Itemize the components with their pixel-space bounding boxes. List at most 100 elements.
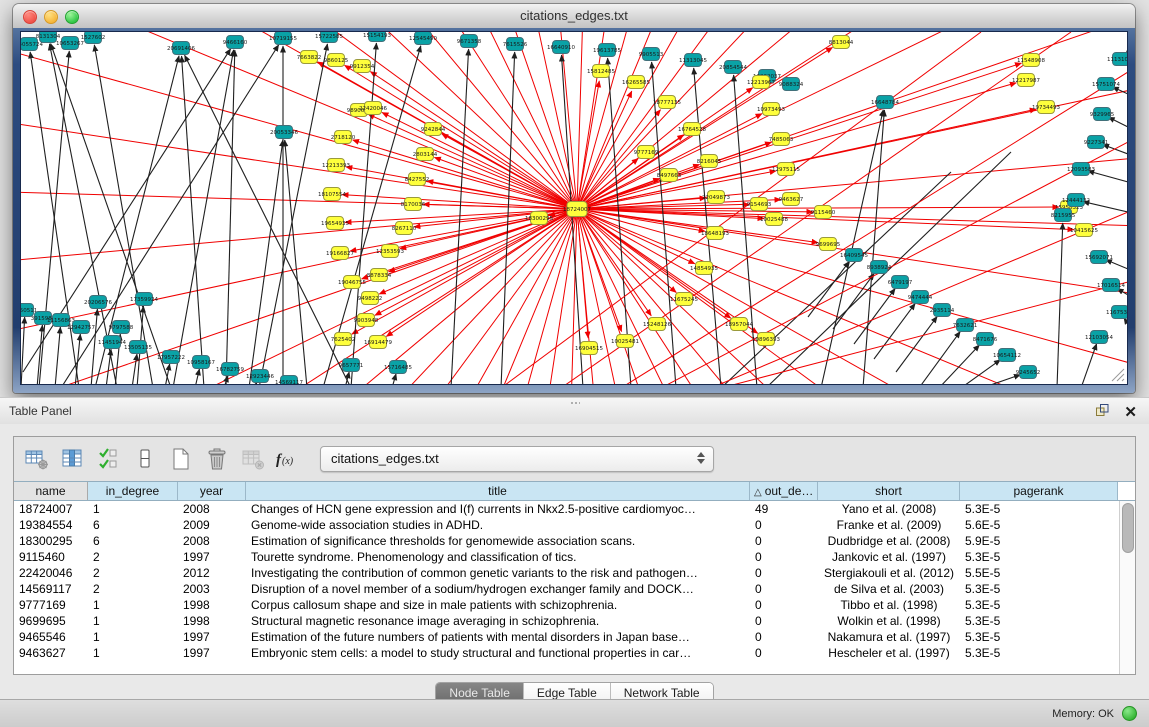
cell-short: Hescheler et al. (1997): [818, 645, 960, 661]
cell-pagerank: 5.3E-5: [960, 629, 1118, 645]
table-row[interactable]: 911546021997Tourette syndrome. Phenomeno…: [14, 549, 1120, 565]
table-row[interactable]: 969969511998Structural magnetic resonanc…: [14, 613, 1120, 629]
graph-edge: [194, 209, 577, 385]
graph-node-label: 9463627: [779, 197, 804, 203]
graph-node-label: 12942757: [67, 325, 95, 331]
table-row[interactable]: 1938455462009Genome-wide association stu…: [14, 517, 1120, 533]
graph-node-label: 7615526: [503, 42, 528, 48]
graph-node-label: 16914479: [364, 340, 392, 346]
column-header-title[interactable]: title: [246, 482, 750, 500]
cell-out-de-: 0: [750, 549, 818, 565]
show-columns-button[interactable]: [58, 444, 88, 474]
cell-name: 9699695: [14, 613, 88, 629]
graph-node-label: 9797588: [109, 325, 134, 331]
column-header-pagerank[interactable]: pagerank: [960, 482, 1118, 500]
graph-node-label: 15716485: [384, 365, 412, 371]
column-header-in-degree[interactable]: in_degree: [88, 482, 178, 500]
select-all-columns-button[interactable]: [94, 444, 124, 474]
cell-out-de-: 0: [750, 517, 818, 533]
graph-node-label: 19046755: [338, 280, 366, 286]
graph-node-label: 10958167: [187, 360, 215, 366]
network-table-select[interactable]: citations_edges.txt: [320, 446, 714, 472]
graph-edge: [182, 56, 204, 385]
graph-edge: [874, 303, 915, 359]
graph-node-label: 14569117: [275, 380, 303, 385]
function-builder-button[interactable]: f(x): [274, 444, 304, 474]
table-panel-body: f(x) citations_edges.txt namein_degreeye…: [0, 424, 1149, 700]
table-panel-header[interactable]: Table Panel ✕: [0, 397, 1149, 425]
graph-node-label: 17359924: [130, 297, 158, 303]
table-scrollbar-thumb[interactable]: [1122, 503, 1134, 553]
cell-out-de-: 0: [750, 613, 818, 629]
graph-node-label: 12213967: [747, 80, 775, 86]
table-row[interactable]: 1456911722003Disruption of a novel membe…: [14, 581, 1120, 597]
column-header-name[interactable]: name: [14, 482, 88, 500]
cell-out-de-: 0: [750, 645, 818, 661]
cell-out-de-: 0: [750, 533, 818, 549]
close-panel-icon[interactable]: ✕: [1124, 405, 1137, 420]
graph-edge: [577, 209, 1128, 385]
graph-node-label: 20854544: [719, 65, 747, 71]
cell-year: 2008: [178, 533, 246, 549]
graph-node-label: 10896393: [752, 337, 780, 343]
window-title: citations_edges.txt: [13, 4, 1135, 28]
cell-name: 18300295: [14, 533, 88, 549]
graph-node-label: 8813044: [829, 40, 854, 46]
table-settings-button[interactable]: [22, 444, 52, 474]
minimize-window-button[interactable]: [44, 10, 58, 24]
status-bar: Memory: OK: [0, 699, 1149, 727]
svg-text:(x): (x): [282, 456, 294, 467]
graph-node-label: 8497663: [657, 173, 682, 179]
window-titlebar[interactable]: citations_edges.txt: [13, 4, 1135, 29]
table-row[interactable]: 946362711997Embryonic stem cells: a mode…: [14, 645, 1120, 661]
graph-node-label: 12545490: [409, 36, 437, 42]
resize-grip-icon[interactable]: [1109, 366, 1125, 382]
cell-year: 1998: [178, 597, 246, 613]
graph-edge: [55, 327, 60, 385]
graph-node-label: 15692071: [1085, 255, 1113, 261]
graph-edge: [577, 209, 1128, 385]
cell-title: Changes of HCN gene expression and I(f) …: [246, 501, 750, 517]
graph-node-label: 16782759: [216, 367, 244, 373]
graph-node-label: 16764528: [678, 127, 706, 133]
graph-node-label: 18107554: [318, 192, 346, 198]
graph-node-label: 15722585: [315, 34, 343, 40]
table-row[interactable]: 2242004622012Investigating the contribut…: [14, 565, 1120, 581]
splitter-handle[interactable]: [570, 401, 580, 406]
graph-edge: [1057, 223, 1063, 385]
column-header-out-de-[interactable]: △out_de…: [750, 482, 818, 500]
cell-in-degree: 2: [88, 565, 178, 581]
table-row[interactable]: 1830029562008Estimation of significance …: [14, 533, 1120, 549]
graph-node-label: 10025488: [760, 217, 788, 223]
cell-title: Estimation of significance thresholds fo…: [246, 533, 750, 549]
table-mode-button[interactable]: [130, 444, 160, 474]
column-header-year[interactable]: year: [178, 482, 246, 500]
create-column-button[interactable]: [166, 444, 196, 474]
column-header-short[interactable]: short: [818, 482, 960, 500]
import-table-button[interactable]: [238, 444, 268, 474]
cell-in-degree: 1: [88, 597, 178, 613]
graph-node-label: 9671358: [457, 39, 482, 45]
zoom-window-button[interactable]: [65, 10, 79, 24]
network-canvas[interactable]: 1405572481313041065326715276022069140694…: [20, 31, 1128, 385]
graph-node-label: 10719155: [269, 36, 297, 42]
cell-short: Jankovic et al. (1997): [818, 549, 960, 565]
cell-short: de Silva et al. (2003): [818, 581, 960, 597]
delete-columns-button[interactable]: [202, 444, 232, 474]
table-row[interactable]: 946554611997Estimation of the future num…: [14, 629, 1120, 645]
cell-pagerank: 5.6E-5: [960, 517, 1118, 533]
cell-year: 2003: [178, 581, 246, 597]
table-scrollbar[interactable]: [1119, 501, 1135, 674]
close-window-button[interactable]: [23, 10, 37, 24]
table-row[interactable]: 977716911998Corpus callosum shape and si…: [14, 597, 1120, 613]
cell-in-degree: 2: [88, 549, 178, 565]
cell-in-degree: 1: [88, 613, 178, 629]
float-panel-icon[interactable]: [1095, 403, 1109, 422]
table-row[interactable]: 1872400712008Changes of HCN gene express…: [14, 501, 1120, 517]
memory-indicator[interactable]: [1122, 706, 1137, 721]
graph-node-label: 11675245: [670, 297, 698, 303]
graph-edge: [51, 44, 171, 385]
graph-node-label: 7663822: [297, 55, 322, 61]
graph-node-label: 2803144: [413, 152, 438, 158]
cell-year: 2012: [178, 565, 246, 581]
